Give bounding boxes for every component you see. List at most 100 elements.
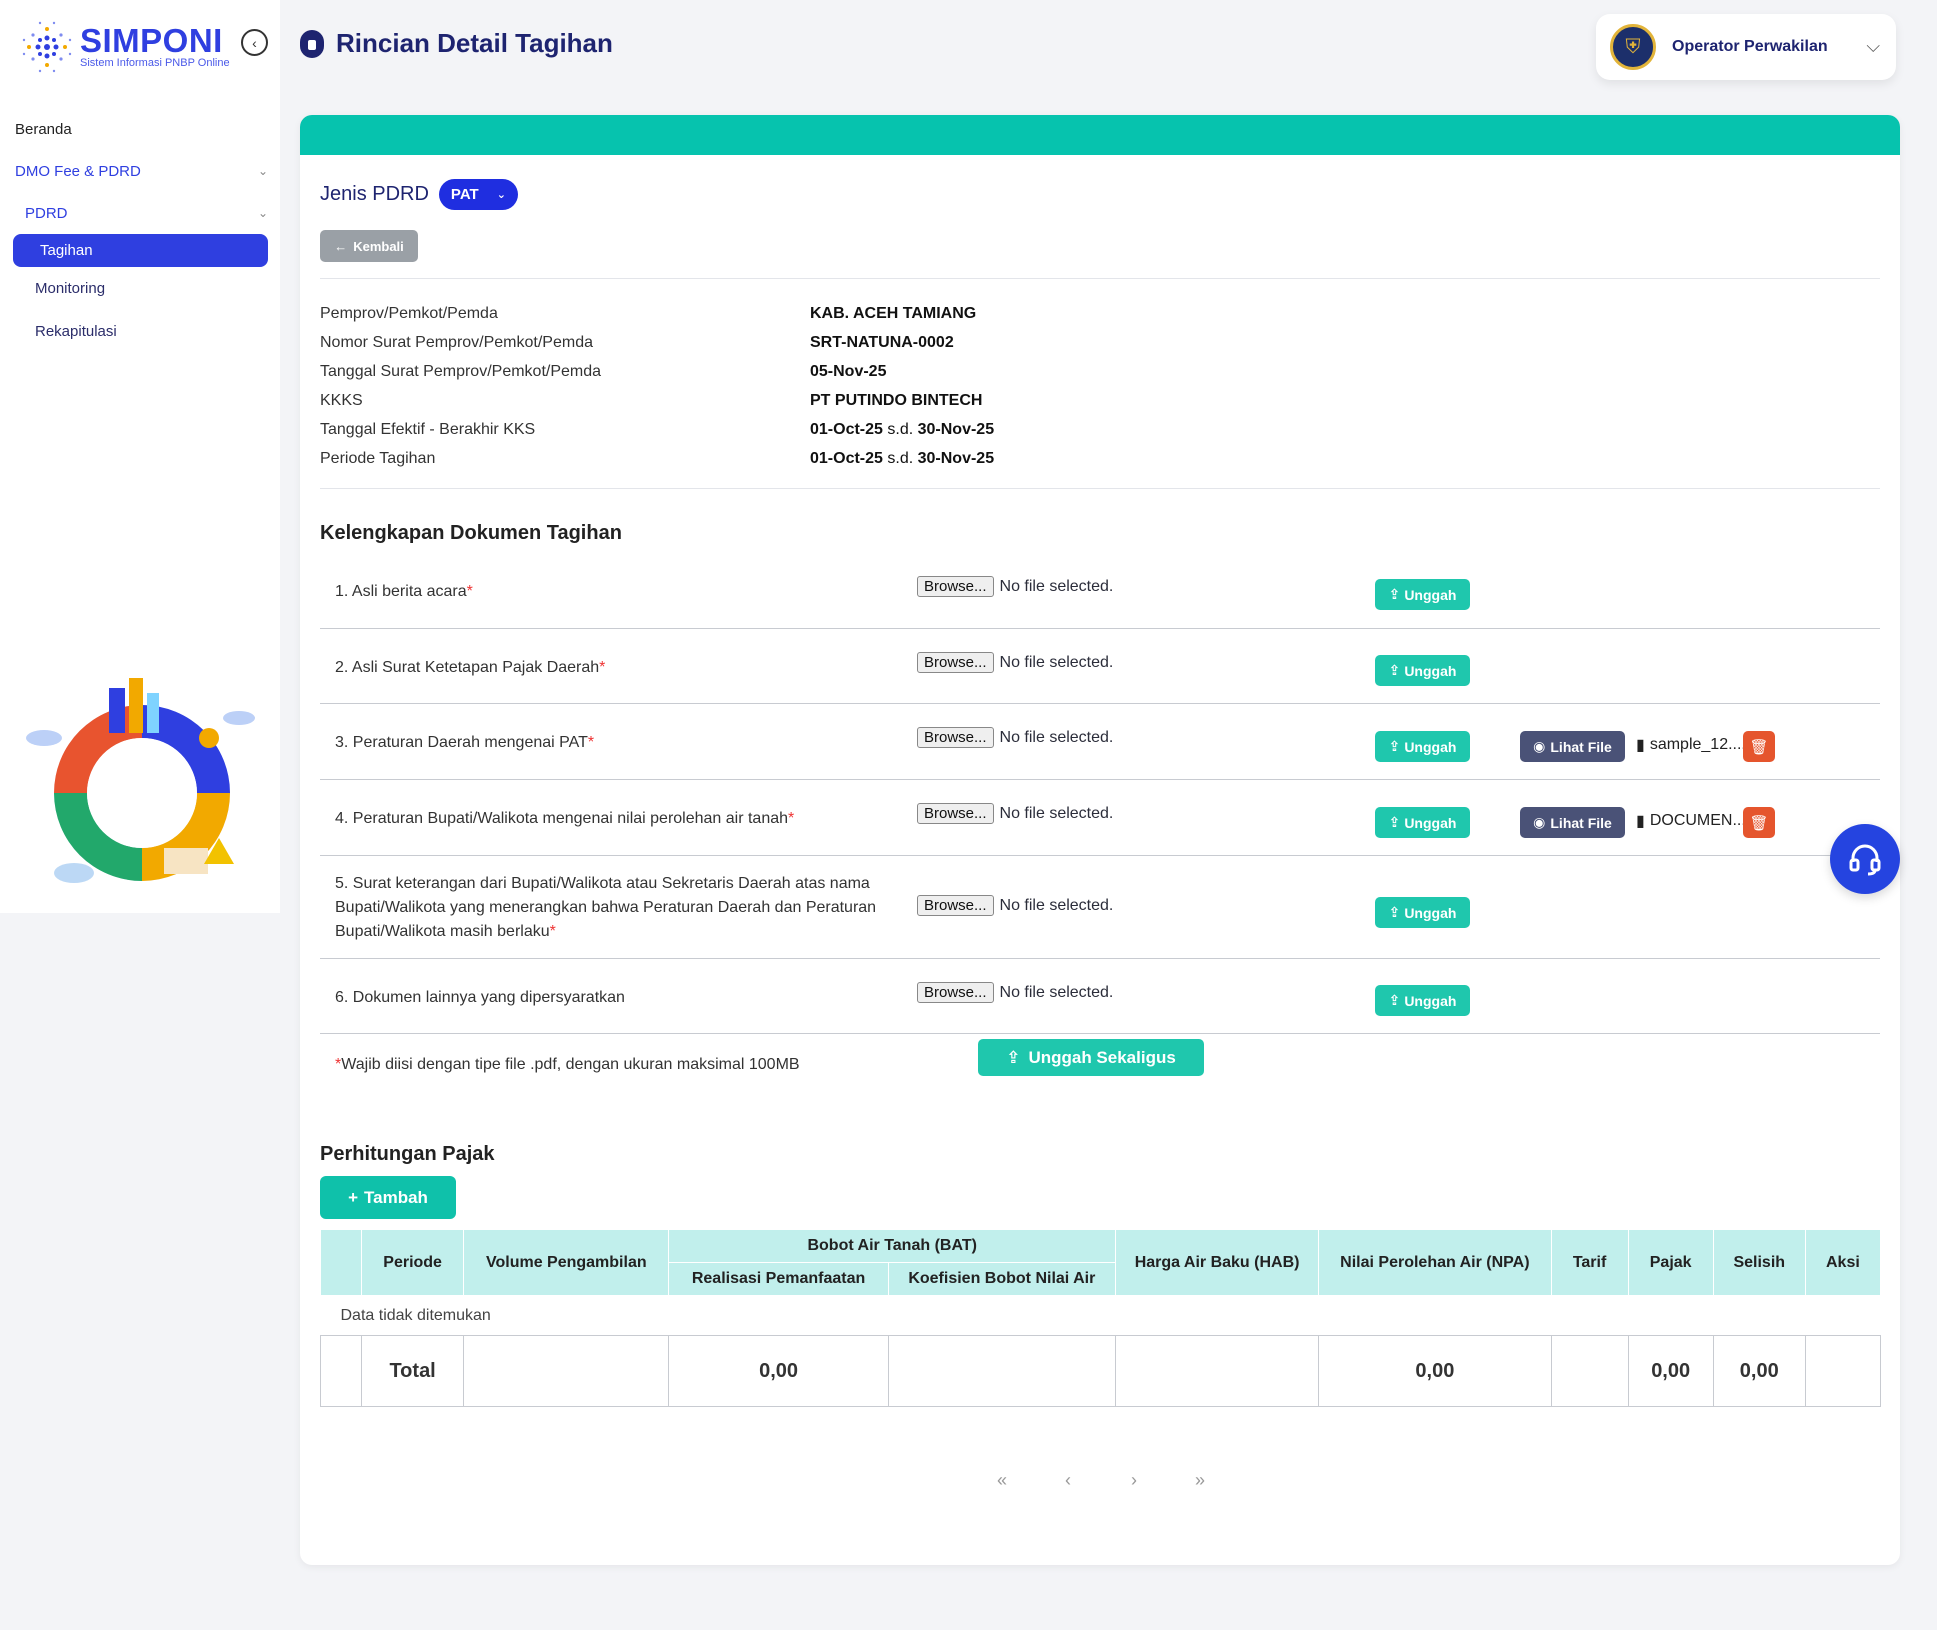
file-icon: ▮ [1636, 737, 1645, 754]
file-input[interactable]: Browse... No file selected. [917, 982, 1113, 1003]
sidebar-item-pdrd[interactable]: PDRD ⌄ [0, 192, 280, 234]
sidebar-item-dmo-fee-pdrd[interactable]: DMO Fee & PDRD ⌄ [0, 150, 280, 192]
doc-label: 6. Dokumen lainnya yang dipersyaratkan [335, 986, 880, 1010]
upload-icon: ⇪ [1388, 992, 1401, 1008]
table-header-hab: Harga Air Baku (HAB) [1114, 1229, 1320, 1296]
uploaded-file[interactable]: ▮ DOCUMEN... [1636, 811, 1746, 831]
sidebar-item-rekapitulasi[interactable]: Rekapitulasi [0, 310, 280, 353]
browse-button[interactable]: Browse... [917, 803, 994, 824]
chevron-down-icon: ⌵ [1866, 36, 1880, 56]
upload-button[interactable]: ⇪ Unggah [1375, 897, 1470, 928]
view-file-label: Lihat File [1550, 738, 1612, 755]
collapse-sidebar-icon[interactable]: ‹ [241, 29, 268, 56]
browse-button[interactable]: Browse... [917, 576, 994, 597]
date-from: 01-Oct-25 [810, 420, 883, 438]
sidebar-item-beranda[interactable]: Beranda [0, 108, 280, 150]
add-button-label: Tambah [364, 1187, 428, 1207]
logo-mark-icon [18, 18, 76, 76]
help-button[interactable] [1830, 824, 1900, 894]
file-input[interactable]: Browse... No file selected. [917, 576, 1113, 597]
add-button[interactable]: + Tambah [320, 1176, 456, 1219]
upload-button[interactable]: ⇪ Unggah [1375, 731, 1470, 762]
next-page-button[interactable]: › [1122, 1470, 1146, 1491]
upload-note: *Wajib diisi dengan tipe file .pdf, deng… [335, 1056, 800, 1074]
table-header-aksi: Aksi [1804, 1229, 1882, 1296]
page-header: Rincian Detail Tagihan [300, 28, 613, 59]
chevron-down-icon: ⌄ [257, 164, 268, 178]
file-name: DOCUMEN... [1649, 812, 1746, 829]
file-input[interactable]: Browse... No file selected. [917, 727, 1113, 748]
required-mark: * [549, 923, 556, 940]
browse-button[interactable]: Browse... [917, 652, 994, 673]
file-input[interactable]: Browse... No file selected. [917, 652, 1113, 673]
doc-label-text: 4. Peraturan Bupati/Walikota mengenai ni… [335, 810, 789, 827]
table-header-selisih: Selisih [1712, 1229, 1806, 1296]
view-file-button[interactable]: ◉ Lihat File [1520, 807, 1625, 838]
eye-icon: ◉ [1533, 738, 1546, 754]
info-row: Tanggal Surat Pemprov/Pemkot/Pemda 05-No… [320, 357, 994, 386]
file-status: No file selected. [999, 728, 1114, 746]
required-mark: * [466, 583, 473, 600]
pagination: « ‹ › » [990, 1470, 1212, 1491]
upload-icon: ⇪ [1388, 738, 1401, 754]
prev-page-button[interactable]: ‹ [1056, 1470, 1080, 1491]
sidebar-nav: Beranda DMO Fee & PDRD ⌄ PDRD ⌄ Tagihan … [0, 108, 280, 353]
browse-button[interactable]: Browse... [917, 727, 994, 748]
browse-button[interactable]: Browse... [917, 982, 994, 1003]
total-npa: 0,00 [1318, 1335, 1552, 1407]
jenis-pdrd: Jenis PDRD PAT ⌄ [320, 179, 518, 210]
delete-file-button[interactable]: 🗑 [1743, 731, 1775, 762]
file-icon: ▮ [1636, 813, 1645, 830]
sidebar-item-monitoring[interactable]: Monitoring [0, 267, 280, 310]
upload-button-label: Unggah [1404, 586, 1457, 603]
doc-label-text: 5. Surat keterangan dari Bupati/Walikota… [335, 875, 877, 940]
upload-button-label: Unggah [1404, 814, 1457, 831]
date-from: 01-Oct-25 [810, 449, 883, 467]
sidebar-illustration [14, 668, 264, 908]
browse-button[interactable]: Browse... [917, 895, 994, 916]
doc-label: 2. Asli Surat Ketetapan Pajak Daerah* [335, 656, 880, 680]
file-input[interactable]: Browse... No file selected. [917, 803, 1113, 824]
file-status: No file selected. [999, 577, 1114, 595]
divider [320, 488, 1880, 489]
divider [320, 278, 1880, 279]
table-header-tarif: Tarif [1550, 1229, 1629, 1296]
sidebar-item-label: Monitoring [35, 280, 106, 297]
total-cell [1114, 1335, 1320, 1407]
tax-table: Periode Volume Pengambilan Bobot Air Tan… [319, 1229, 1882, 1407]
eye-icon: ◉ [1533, 814, 1546, 830]
user-name: Operator Perwakilan [1672, 38, 1828, 55]
doc-label-text: 2. Asli Surat Ketetapan Pajak Daerah [335, 659, 600, 676]
user-menu[interactable]: ⛨ Operator Perwakilan ⌵ [1596, 14, 1896, 80]
info-value: SRT-NATUNA-0002 [810, 333, 954, 351]
app-logo[interactable]: SIMPONI Sistem Informasi PNBP Online [18, 18, 230, 76]
app-name: SIMPONI [80, 22, 223, 59]
info-value: 01-Oct-25 s.d. 30-Nov-25 [810, 421, 994, 439]
empty-message: Data tidak ditemukan [320, 1295, 1881, 1336]
uploaded-file[interactable]: ▮ sample_12.... [1636, 735, 1746, 755]
info-value: KAB. ACEH TAMIANG [810, 304, 977, 322]
info-row: Nomor Surat Pemprov/Pemkot/Pemda SRT-NAT… [320, 328, 994, 357]
emblem-icon: ⛨ [1610, 24, 1656, 70]
file-input[interactable]: Browse... No file selected. [917, 895, 1113, 916]
back-button[interactable]: ← Kembali [320, 230, 418, 262]
upload-button[interactable]: ⇪ Unggah [1375, 807, 1470, 838]
date-separator: s.d. [887, 420, 914, 438]
view-file-button[interactable]: ◉ Lihat File [1520, 731, 1625, 762]
upload-icon: ⇪ [1006, 1047, 1021, 1067]
upload-note-text: Wajib diisi dengan tipe file .pdf, denga… [341, 1056, 800, 1073]
table-total-row: Total 0,00 0,00 0,00 0,00 [319, 1335, 1882, 1407]
upload-button[interactable]: ⇪ Unggah [1375, 579, 1470, 610]
jenis-pdrd-select[interactable]: PAT ⌄ [438, 179, 518, 210]
last-page-button[interactable]: » [1188, 1470, 1212, 1491]
delete-file-button[interactable]: 🗑 [1743, 807, 1775, 838]
upload-all-button[interactable]: ⇪ Unggah Sekaligus [978, 1039, 1204, 1076]
upload-button[interactable]: ⇪ Unggah [1375, 655, 1470, 686]
sidebar-item-label: Rekapitulasi [35, 323, 117, 340]
upload-button[interactable]: ⇪ Unggah [1375, 985, 1470, 1016]
file-name: sample_12.... [1649, 736, 1746, 753]
info-key: Tanggal Surat Pemprov/Pemkot/Pemda [320, 362, 602, 380]
sidebar-item-tagihan[interactable]: Tagihan [13, 234, 268, 267]
first-page-button[interactable]: « [990, 1470, 1014, 1491]
doc-row: 1. Asli berita acara* Browse... No file … [320, 553, 1880, 629]
